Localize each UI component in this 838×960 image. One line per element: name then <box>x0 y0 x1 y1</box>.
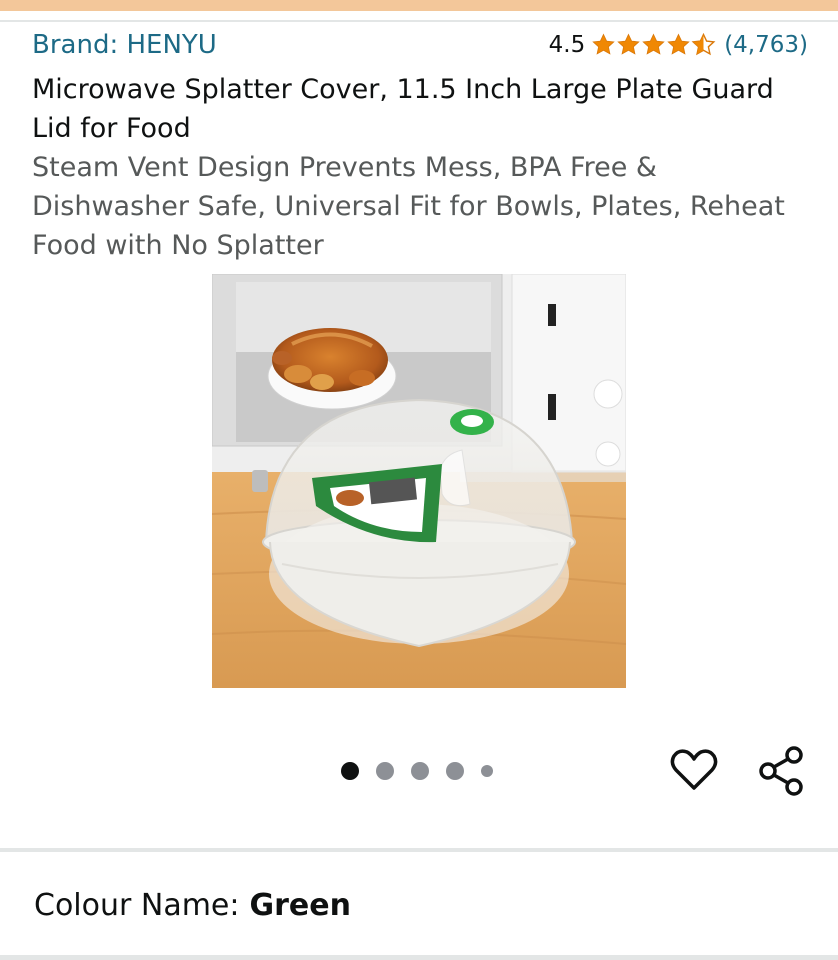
star-full-icon <box>592 33 615 55</box>
gallery-dot[interactable] <box>446 762 464 780</box>
brand-link[interactable]: Brand: HENYU <box>32 30 217 60</box>
product-title: Microwave Splatter Cover, 11.5 Inch Larg… <box>32 74 774 144</box>
gallery-dot[interactable] <box>481 765 493 777</box>
colour-value: Green <box>249 888 351 923</box>
wishlist-button[interactable] <box>669 745 719 795</box>
star-full-icon <box>642 33 665 55</box>
section-divider <box>0 848 838 852</box>
share-button[interactable] <box>756 745 808 797</box>
share-icon <box>759 746 803 796</box>
star-full-icon <box>667 33 690 55</box>
microwave-splatter-cover-photo <box>212 274 626 688</box>
rating-stars <box>591 33 716 57</box>
gallery-dots <box>341 762 510 780</box>
rating-summary[interactable]: 4.5 (4,763) <box>549 32 808 58</box>
rating-count-link[interactable]: (4,763) <box>724 32 808 58</box>
gallery-dot[interactable] <box>341 762 359 780</box>
star-full-icon <box>617 33 640 55</box>
gallery-dot[interactable] <box>376 762 394 780</box>
gallery-dot[interactable] <box>411 762 429 780</box>
heart-icon <box>670 749 718 790</box>
rating-value: 4.5 <box>548 32 586 58</box>
header-strip <box>0 0 838 11</box>
bottom-divider <box>0 955 838 960</box>
header-divider <box>0 11 838 22</box>
colour-selector[interactable]: Colour Name: Green <box>34 888 351 923</box>
star-half-icon <box>691 33 716 56</box>
product-subtitle: Steam Vent Design Prevents Mess, BPA Fre… <box>32 152 785 261</box>
colour-label: Colour Name: <box>34 888 240 923</box>
product-image[interactable] <box>212 274 626 688</box>
